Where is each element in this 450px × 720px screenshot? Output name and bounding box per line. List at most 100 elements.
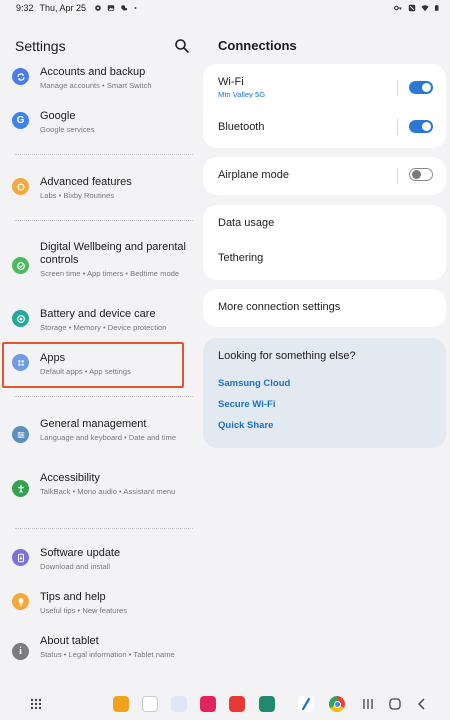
bluetooth-toggle[interactable] [409,120,433,133]
item-subtitle: Screen time • App timers • Bedtime mode [40,269,180,278]
settings-item-tips-help[interactable]: Tips and help Useful tips • New features [4,591,194,616]
item-subtitle: Language and keyboard • Date and time [40,433,177,442]
wifi-icon [421,5,429,12]
wifi-network-name: Mtn Valley 5G [218,90,266,99]
dot-icon [134,7,137,9]
status-date: Thu, Apr 25 [39,3,87,13]
info-icon: i [12,643,29,660]
row-separator [397,168,398,184]
flipboard-icon[interactable] [229,696,245,712]
airplane-mode-row[interactable]: Airplane mode [218,169,289,181]
connections-title: Connections [218,38,297,53]
general-management-icon [12,426,29,443]
item-subtitle: Status • Legal information • Tablet name [40,650,175,659]
item-subtitle: Labs • Bixby Routines [40,191,114,200]
item-title: Battery and device care [40,308,156,320]
settings-item-digital-wellbeing[interactable]: Digital Wellbeing and parental controls … [4,241,194,279]
settings-item-accounts-backup[interactable]: Accounts and backup Manage accounts • Sm… [4,66,194,91]
item-title: Tips and help [40,591,106,603]
item-subtitle: Manage accounts • Smart Switch [40,81,152,90]
recent-apps-icon[interactable] [360,696,376,712]
battery-icon [434,5,439,11]
tethering-label: Tethering [218,252,264,264]
tips-icon [12,593,29,610]
settings-item-battery-device-care[interactable]: Battery and device care Storage • Memory… [4,308,194,333]
wifi-label: Wi-Fi [218,76,244,88]
suggestions-heading: Looking for something else? [218,350,356,362]
stylus-app-icon[interactable] [298,696,314,712]
divider [15,396,193,397]
item-title: Advanced features [40,176,132,188]
settings-item-google[interactable]: G Google Google services [4,110,194,135]
divider [15,528,193,529]
wifi-toggle[interactable] [409,81,433,94]
taskbar [0,688,450,720]
airplane-card: Airplane mode [203,157,446,195]
samsung-cloud-link[interactable]: Samsung Cloud [218,378,290,389]
secure-wifi-link[interactable]: Secure Wi-Fi [218,399,275,410]
data-usage-row[interactable]: Data usage [218,217,274,229]
toggle-knob [422,83,431,92]
settings-item-general-management[interactable]: General management Language and keyboard… [4,418,194,443]
more-connection-card: More connection settings [203,289,446,327]
tethering-row[interactable]: Tethering [218,252,263,264]
my-files-icon[interactable] [113,696,129,712]
item-title: Google [40,110,76,122]
divider [15,154,193,155]
item-subtitle: Storage • Memory • Device protection [40,323,167,332]
data-tethering-card: Data usage Tethering [203,205,446,280]
item-title: General management [40,418,147,430]
software-update-icon [12,549,29,566]
wifi-row[interactable]: Wi-Fi Mtn Valley 5G [218,76,265,99]
item-title: Accessibility [40,472,100,484]
more-connection-settings-label: More connection settings [218,301,341,313]
home-icon[interactable] [387,696,403,712]
settings-item-software-update[interactable]: Software update Download and install [4,547,194,572]
search-icon[interactable] [174,38,190,54]
sync-icon [12,68,29,85]
status-time: 9:32 [16,3,34,13]
item-title: Digital Wellbeing and parental controls [40,241,186,266]
quick-share-link[interactable]: Quick Share [218,420,273,431]
item-subtitle: Download and install [40,562,111,571]
settings-title: Settings [15,38,66,54]
screen-recorder-icon[interactable] [200,696,216,712]
back-icon[interactable] [414,696,430,712]
data-usage-label: Data usage [218,217,275,229]
settings-notification-icon [95,5,101,11]
toggle-knob [411,169,421,179]
row-separator [397,80,398,96]
item-title: Software update [40,547,121,559]
settings-item-advanced-features[interactable]: Advanced features Labs • Bixby Routines [4,176,194,201]
toggle-knob [422,122,431,131]
item-subtitle: TalkBack • Mono audio • Assistant menu [40,487,176,496]
divider [15,220,193,221]
settings-item-accessibility[interactable]: Accessibility TalkBack • Mono audio • As… [4,472,194,497]
key-icon [394,5,402,11]
suggestions-card: Looking for something else? Samsung Clou… [203,338,446,448]
row-separator [397,119,398,135]
airplane-mode-toggle[interactable] [409,168,433,181]
airplane-mode-label: Airplane mode [218,169,289,181]
chrome-icon[interactable] [329,696,345,712]
settings-item-about-tablet[interactable]: i About tablet Status • Legal informatio… [4,635,194,660]
google-icon: G [12,112,29,129]
bluetooth-row[interactable]: Bluetooth [218,121,264,133]
item-subtitle: Useful tips • New features [40,606,128,615]
bluetooth-label: Bluetooth [218,121,265,133]
mute-icon [408,4,416,12]
calendar-app-icon[interactable] [259,696,275,712]
item-title: Accounts and backup [40,66,146,78]
item-title: About tablet [40,635,99,647]
app-drawer-icon[interactable] [28,696,44,712]
apps-highlight-box [2,342,184,388]
wellbeing-icon [12,257,29,274]
accessibility-icon [12,480,29,497]
gallery-notification-icon [107,5,115,11]
advanced-features-icon [12,178,29,195]
more-connection-settings-row[interactable]: More connection settings [218,301,340,313]
weather-notification-icon [121,5,128,11]
store-icon[interactable] [171,696,187,712]
device-care-icon [12,310,29,327]
amazon-icon[interactable] [142,696,158,712]
